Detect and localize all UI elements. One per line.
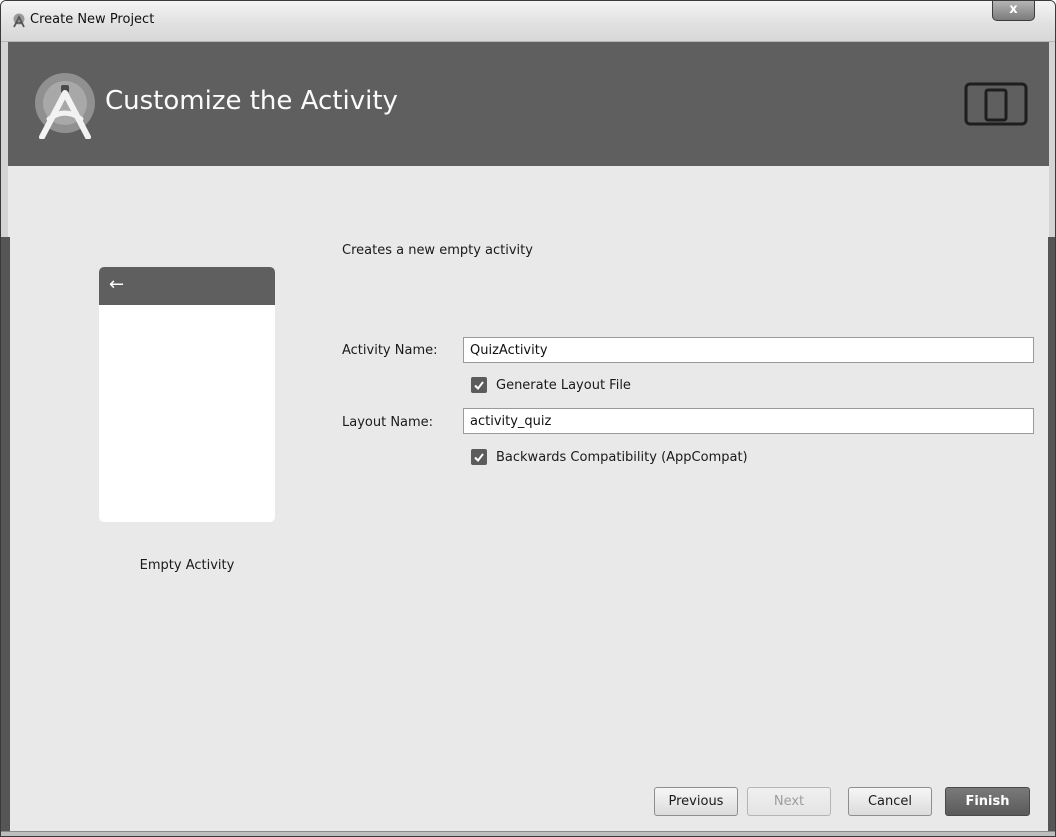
page-title: Customize the Activity [105,86,398,116]
device-form-factor-icon [964,82,1028,126]
layout-name-input[interactable] [463,408,1034,434]
next-button[interactable]: Next [747,787,831,816]
create-project-window: Create New Project x Customize the Activ… [0,0,1056,837]
back-arrow-icon: ← [109,274,125,295]
android-studio-icon [35,73,95,139]
backwards-compat-checkbox-row[interactable]: Backwards Compatibility (AppCompat) [471,448,748,466]
activity-name-input[interactable] [463,337,1034,363]
generate-layout-label: Generate Layout File [496,377,631,393]
backwards-compat-checkbox[interactable] [471,449,487,465]
title-bar[interactable]: Create New Project x [1,1,1055,42]
template-description: Creates a new empty activity [342,243,533,258]
wizard-header: Customize the Activity [8,42,1049,166]
check-icon [474,381,484,391]
activity-name-label: Activity Name: [342,343,438,358]
window-frame-bottom [1,831,1055,836]
activity-preview: ← [99,267,275,522]
cancel-button[interactable]: Cancel [848,787,932,816]
preview-app-bar: ← [99,267,275,305]
previous-button[interactable]: Previous [654,787,738,816]
finish-button[interactable]: Finish [945,787,1030,816]
template-name: Empty Activity [139,558,235,573]
window-title: Create New Project [30,12,155,27]
wizard-content: ← Empty Activity Creates a new empty act… [8,166,1049,831]
layout-name-label: Layout Name: [342,415,434,430]
window-frame-left [1,237,10,831]
backwards-compat-label: Backwards Compatibility (AppCompat) [496,449,748,465]
generate-layout-checkbox-row[interactable]: Generate Layout File [471,376,631,394]
close-button[interactable]: x [992,1,1035,21]
android-studio-icon [13,13,25,28]
generate-layout-checkbox[interactable] [471,377,487,393]
check-icon [474,453,484,463]
window-frame-right [1048,237,1055,831]
